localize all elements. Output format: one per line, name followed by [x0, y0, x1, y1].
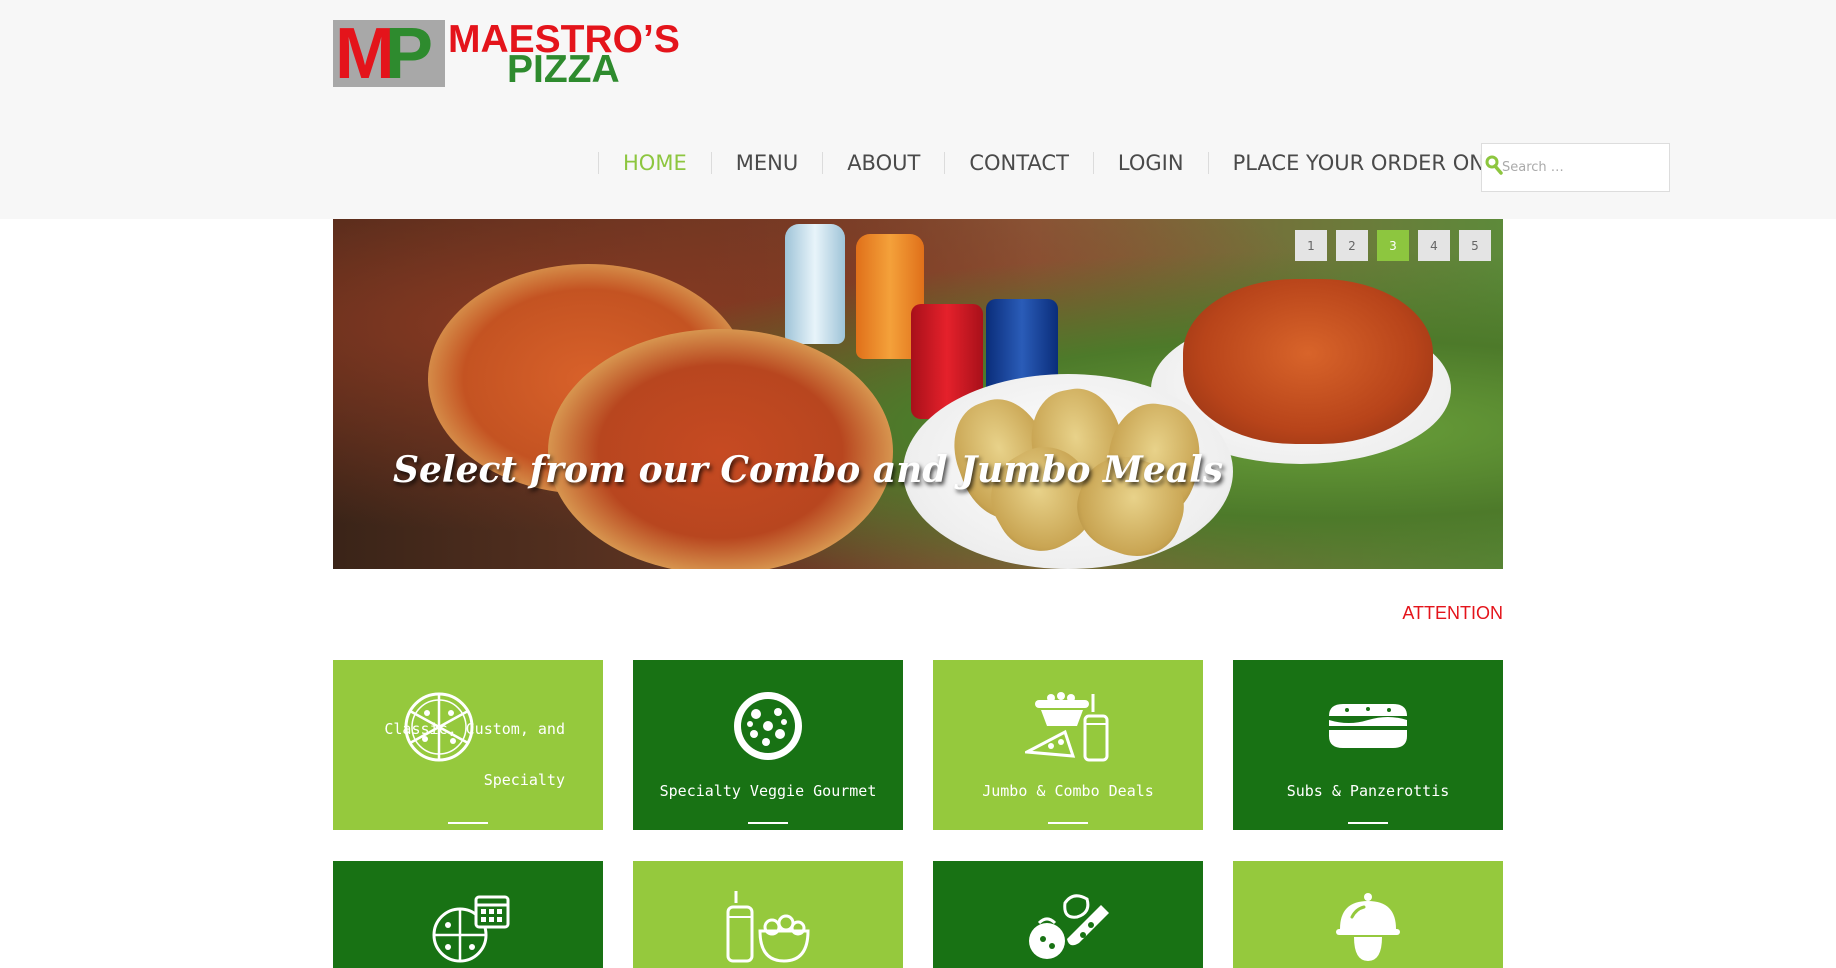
combo-meal-icon	[933, 690, 1203, 762]
nav-login[interactable]: LOGIN	[1094, 148, 1208, 178]
slide-dot-5[interactable]: 5	[1459, 230, 1491, 261]
tile-underline	[448, 822, 488, 824]
search-icon	[1485, 155, 1503, 175]
search-input[interactable]	[1502, 156, 1662, 178]
ingredients-icon	[933, 891, 1203, 963]
category-tile-combo-deals[interactable]: Jumbo & Combo Deals	[933, 660, 1203, 830]
category-tile-8[interactable]	[1233, 861, 1503, 968]
logo-name-line2: PIZZA	[507, 48, 620, 91]
main-navigation: HOME MENU ABOUT CONTACT LOGIN PLACE YOUR…	[598, 148, 1557, 178]
search-box[interactable]	[1481, 143, 1670, 192]
slider-pagination: 1 2 3 4 5	[1295, 230, 1491, 261]
site-logo[interactable]: MP MAESTRO’S PIZZA	[333, 14, 683, 94]
slide-caption: Select from our Combo and Jumbo Meals	[393, 449, 1224, 491]
category-tile-classic-pizza[interactable]: Classic, Custom, and Specialty	[333, 660, 603, 830]
slide-dot-2[interactable]: 2	[1336, 230, 1368, 261]
pizza-calendar-icon	[333, 891, 603, 963]
veggie-pizza-icon	[633, 690, 903, 762]
category-label: Classic, Custom, and Specialty	[384, 720, 565, 789]
category-tile-subs-panzerottis[interactable]: Subs & Panzerottis	[1233, 660, 1503, 830]
chicken-wings-image	[1183, 279, 1433, 444]
tile-underline	[1348, 822, 1388, 824]
hero-slider: Select from our Combo and Jumbo Meals 1 …	[333, 219, 1503, 569]
category-label: Specialty Veggie Gourmet	[659, 782, 877, 800]
drink-salad-icon	[633, 891, 903, 963]
catering-cloche-icon	[1233, 891, 1503, 963]
nav-menu[interactable]: MENU	[712, 148, 822, 178]
slide-dot-3[interactable]: 3	[1377, 230, 1409, 261]
category-tile-5[interactable]	[333, 861, 603, 968]
logo-mark: MP	[335, 14, 433, 94]
sub-sandwich-icon	[1233, 702, 1503, 750]
site-header: MP MAESTRO’S PIZZA HOME MENU ABOUT CONTA…	[0, 0, 1836, 219]
category-tile-veggie-gourmet[interactable]: Specialty Veggie Gourmet	[633, 660, 903, 830]
slide-dot-4[interactable]: 4	[1418, 230, 1450, 261]
category-label: Jumbo & Combo Deals	[982, 782, 1154, 800]
nav-home[interactable]: HOME	[599, 148, 711, 178]
water-bottle-image	[785, 224, 845, 344]
category-tile-7[interactable]	[933, 861, 1203, 968]
nav-about[interactable]: ABOUT	[823, 148, 944, 178]
tile-underline	[1048, 822, 1088, 824]
attention-link[interactable]: ATTENTION	[1402, 603, 1503, 624]
slide-dot-1[interactable]: 1	[1295, 230, 1327, 261]
tile-underline	[748, 822, 788, 824]
nav-contact[interactable]: CONTACT	[945, 148, 1093, 178]
category-label: Subs & Panzerottis	[1286, 782, 1450, 800]
category-tile-6[interactable]	[633, 861, 903, 968]
